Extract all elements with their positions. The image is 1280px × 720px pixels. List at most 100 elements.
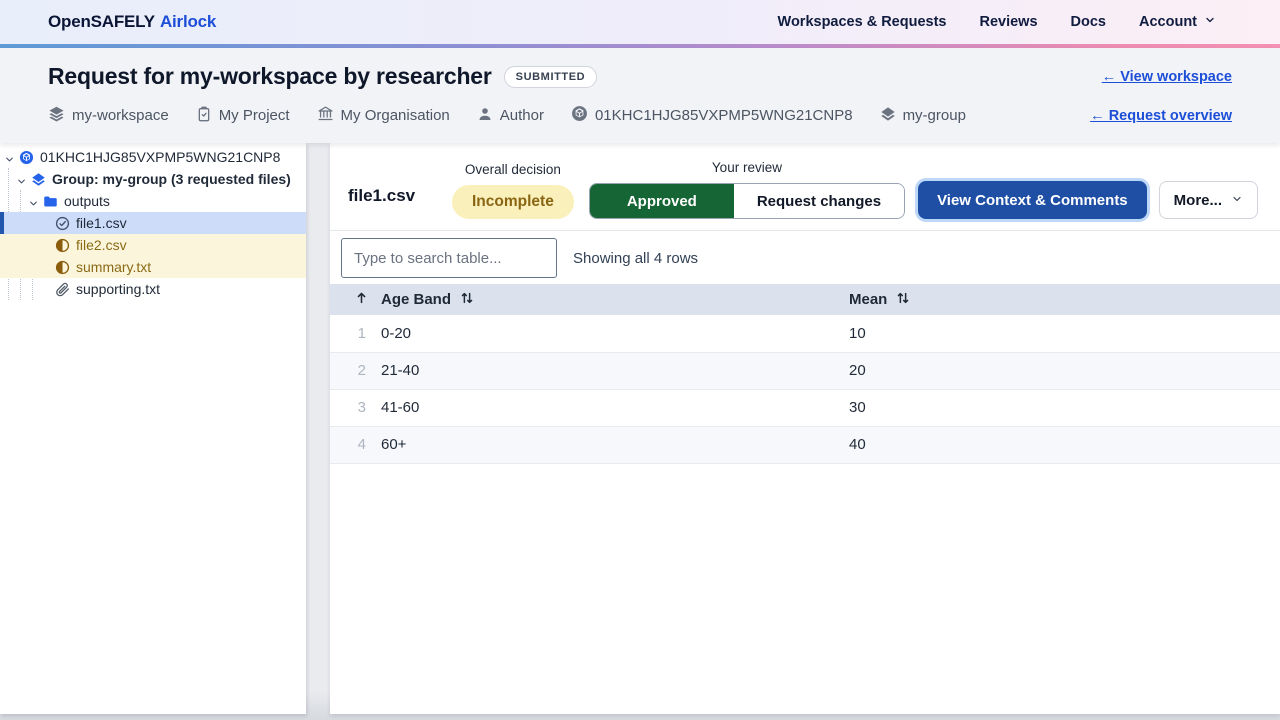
title-row: Request for my-workspace by researcher S… [48,63,1232,90]
meta-project-label: My Project [219,107,290,124]
file-header: file1.csv Overall decision Incomplete Yo… [330,143,1280,231]
request-overview-link[interactable]: ← Request overview [1090,108,1232,124]
view-context-comments-button[interactable]: View Context & Comments [918,181,1147,219]
content-area: 01KHC1HJG85VXPMP5WNG21CNP8 Group: my-gro… [0,143,1280,714]
age-band-cell: 21-40 [381,352,849,389]
table-search-row: Showing all 4 rows [330,231,1280,284]
clipboard-icon [196,106,212,126]
table-row: 4 60+ 40 [330,426,1280,463]
row-index: 4 [330,426,381,463]
age-band-column-header[interactable]: Age Band [381,284,849,315]
rows-summary: Showing all 4 rows [573,250,698,267]
nav-reviews[interactable]: Reviews [979,14,1037,30]
chevron-down-icon [1204,14,1216,30]
request-header: Request for my-workspace by researcher S… [0,48,1280,143]
search-input[interactable] [341,238,557,278]
view-workspace-link[interactable]: ← View workspace [1102,69,1232,85]
row-index: 1 [330,315,381,352]
row-index: 3 [330,389,381,426]
table-row: 2 21-40 20 [330,352,1280,389]
chevron-down-icon[interactable] [16,174,27,185]
meta-workspace-label: my-workspace [72,107,169,124]
tree-node-label: Group: my-group (3 requested files) [52,171,291,187]
mean-cell: 20 [849,352,1280,389]
age-band-cell: 60+ [381,426,849,463]
review-segmented-control: Approved Request changes [589,183,905,219]
group-layers-icon [31,172,46,187]
tree-node-label: file1.csv [76,215,127,231]
tree-node-request-id[interactable]: 01KHC1HJG85VXPMP5WNG21CNP8 [0,146,306,168]
row-index: 2 [330,352,381,389]
tree-node-label: summary.txt [76,259,151,275]
mean-cell: 10 [849,315,1280,352]
mean-column-header[interactable]: Mean [849,284,1280,315]
meta-organisation: My Organisation [317,105,450,126]
group-layers-icon [880,106,896,126]
nav-workspaces-requests[interactable]: Workspaces & Requests [778,14,947,30]
page-title: Request for my-workspace by researcher [48,63,492,90]
nav-links: Workspaces & Requests Reviews Docs Accou… [778,14,1216,30]
tree-file-file1-csv[interactable]: file1.csv [0,212,306,234]
index-column-header[interactable] [330,284,381,315]
layers-icon [48,105,65,126]
overall-decision-label: Overall decision [452,162,574,177]
pending-review-icon [55,260,70,275]
chevron-down-icon[interactable] [4,152,15,163]
file-tree-sidebar: 01KHC1HJG85VXPMP5WNG21CNP8 Group: my-gro… [0,143,306,714]
your-review-label: Your review [589,160,905,175]
tree-node-label: supporting.txt [76,281,160,297]
user-icon [477,106,493,126]
chevron-down-icon [1231,192,1243,209]
tree-node-group[interactable]: Group: my-group (3 requested files) [0,168,306,190]
paperclip-icon [55,282,70,297]
table-row: 1 0-20 10 [330,315,1280,352]
file-detail-panel: file1.csv Overall decision Incomplete Yo… [330,143,1280,714]
tree-node-label: 01KHC1HJG85VXPMP5WNG21CNP8 [40,149,280,165]
sort-ascending-icon[interactable] [355,291,368,308]
data-table: Age Band Mean 1 0-20 10 2 21-40 20 [330,284,1280,464]
table-header-row: Age Band Mean [330,284,1280,315]
approved-button[interactable]: Approved [590,184,734,218]
meta-workspace: my-workspace [48,105,169,126]
overall-decision-block: Overall decision Incomplete [452,162,574,219]
sort-toggle-icon[interactable] [896,291,910,309]
nav-account-label: Account [1139,14,1197,30]
tree-node-label: outputs [64,193,110,209]
tree-file-file2-csv[interactable]: file2.csv [0,234,306,256]
overall-decision-badge: Incomplete [452,185,574,219]
file-title: file1.csv [348,186,415,206]
app-logo[interactable]: OpenSAFELY Airlock [48,12,216,32]
status-badge: SUBMITTED [504,66,598,88]
meta-group: my-group [880,106,966,126]
more-menu-button[interactable]: More... [1159,181,1258,219]
request-changes-button[interactable]: Request changes [734,184,904,218]
package-icon [571,105,588,126]
table-row: 3 41-60 30 [330,389,1280,426]
top-navbar: OpenSAFELY Airlock Workspaces & Requests … [0,0,1280,44]
mean-cell: 40 [849,426,1280,463]
tree-file-supporting-txt[interactable]: supporting.txt [0,278,306,300]
request-meta-row: my-workspace My Project My Organisation … [48,105,1232,126]
folder-icon [43,194,58,209]
tree-node-label: file2.csv [76,237,127,253]
sort-toggle-icon[interactable] [460,291,474,309]
nav-account-menu[interactable]: Account [1139,14,1216,30]
tree-file-summary-txt[interactable]: summary.txt [0,256,306,278]
approved-check-icon [55,216,70,231]
meta-group-label: my-group [903,107,966,124]
age-band-header-label: Age Band [381,291,451,308]
meta-request-id-label: 01KHC1HJG85VXPMP5WNG21CNP8 [595,107,853,124]
age-band-cell: 0-20 [381,315,849,352]
tree-node-outputs-folder[interactable]: outputs [0,190,306,212]
meta-author-label: Author [500,107,544,124]
meta-author: Author [477,106,544,126]
logo-airlock: Airlock [160,12,216,31]
age-band-cell: 41-60 [381,389,849,426]
logo-opensafely: OpenSAFELY [48,12,155,31]
mean-cell: 30 [849,389,1280,426]
your-review-block: Your review Approved Request changes [589,160,905,219]
pending-review-icon [55,238,70,253]
chevron-down-icon[interactable] [28,196,39,207]
more-menu-label: More... [1174,192,1222,209]
nav-docs[interactable]: Docs [1071,14,1106,30]
